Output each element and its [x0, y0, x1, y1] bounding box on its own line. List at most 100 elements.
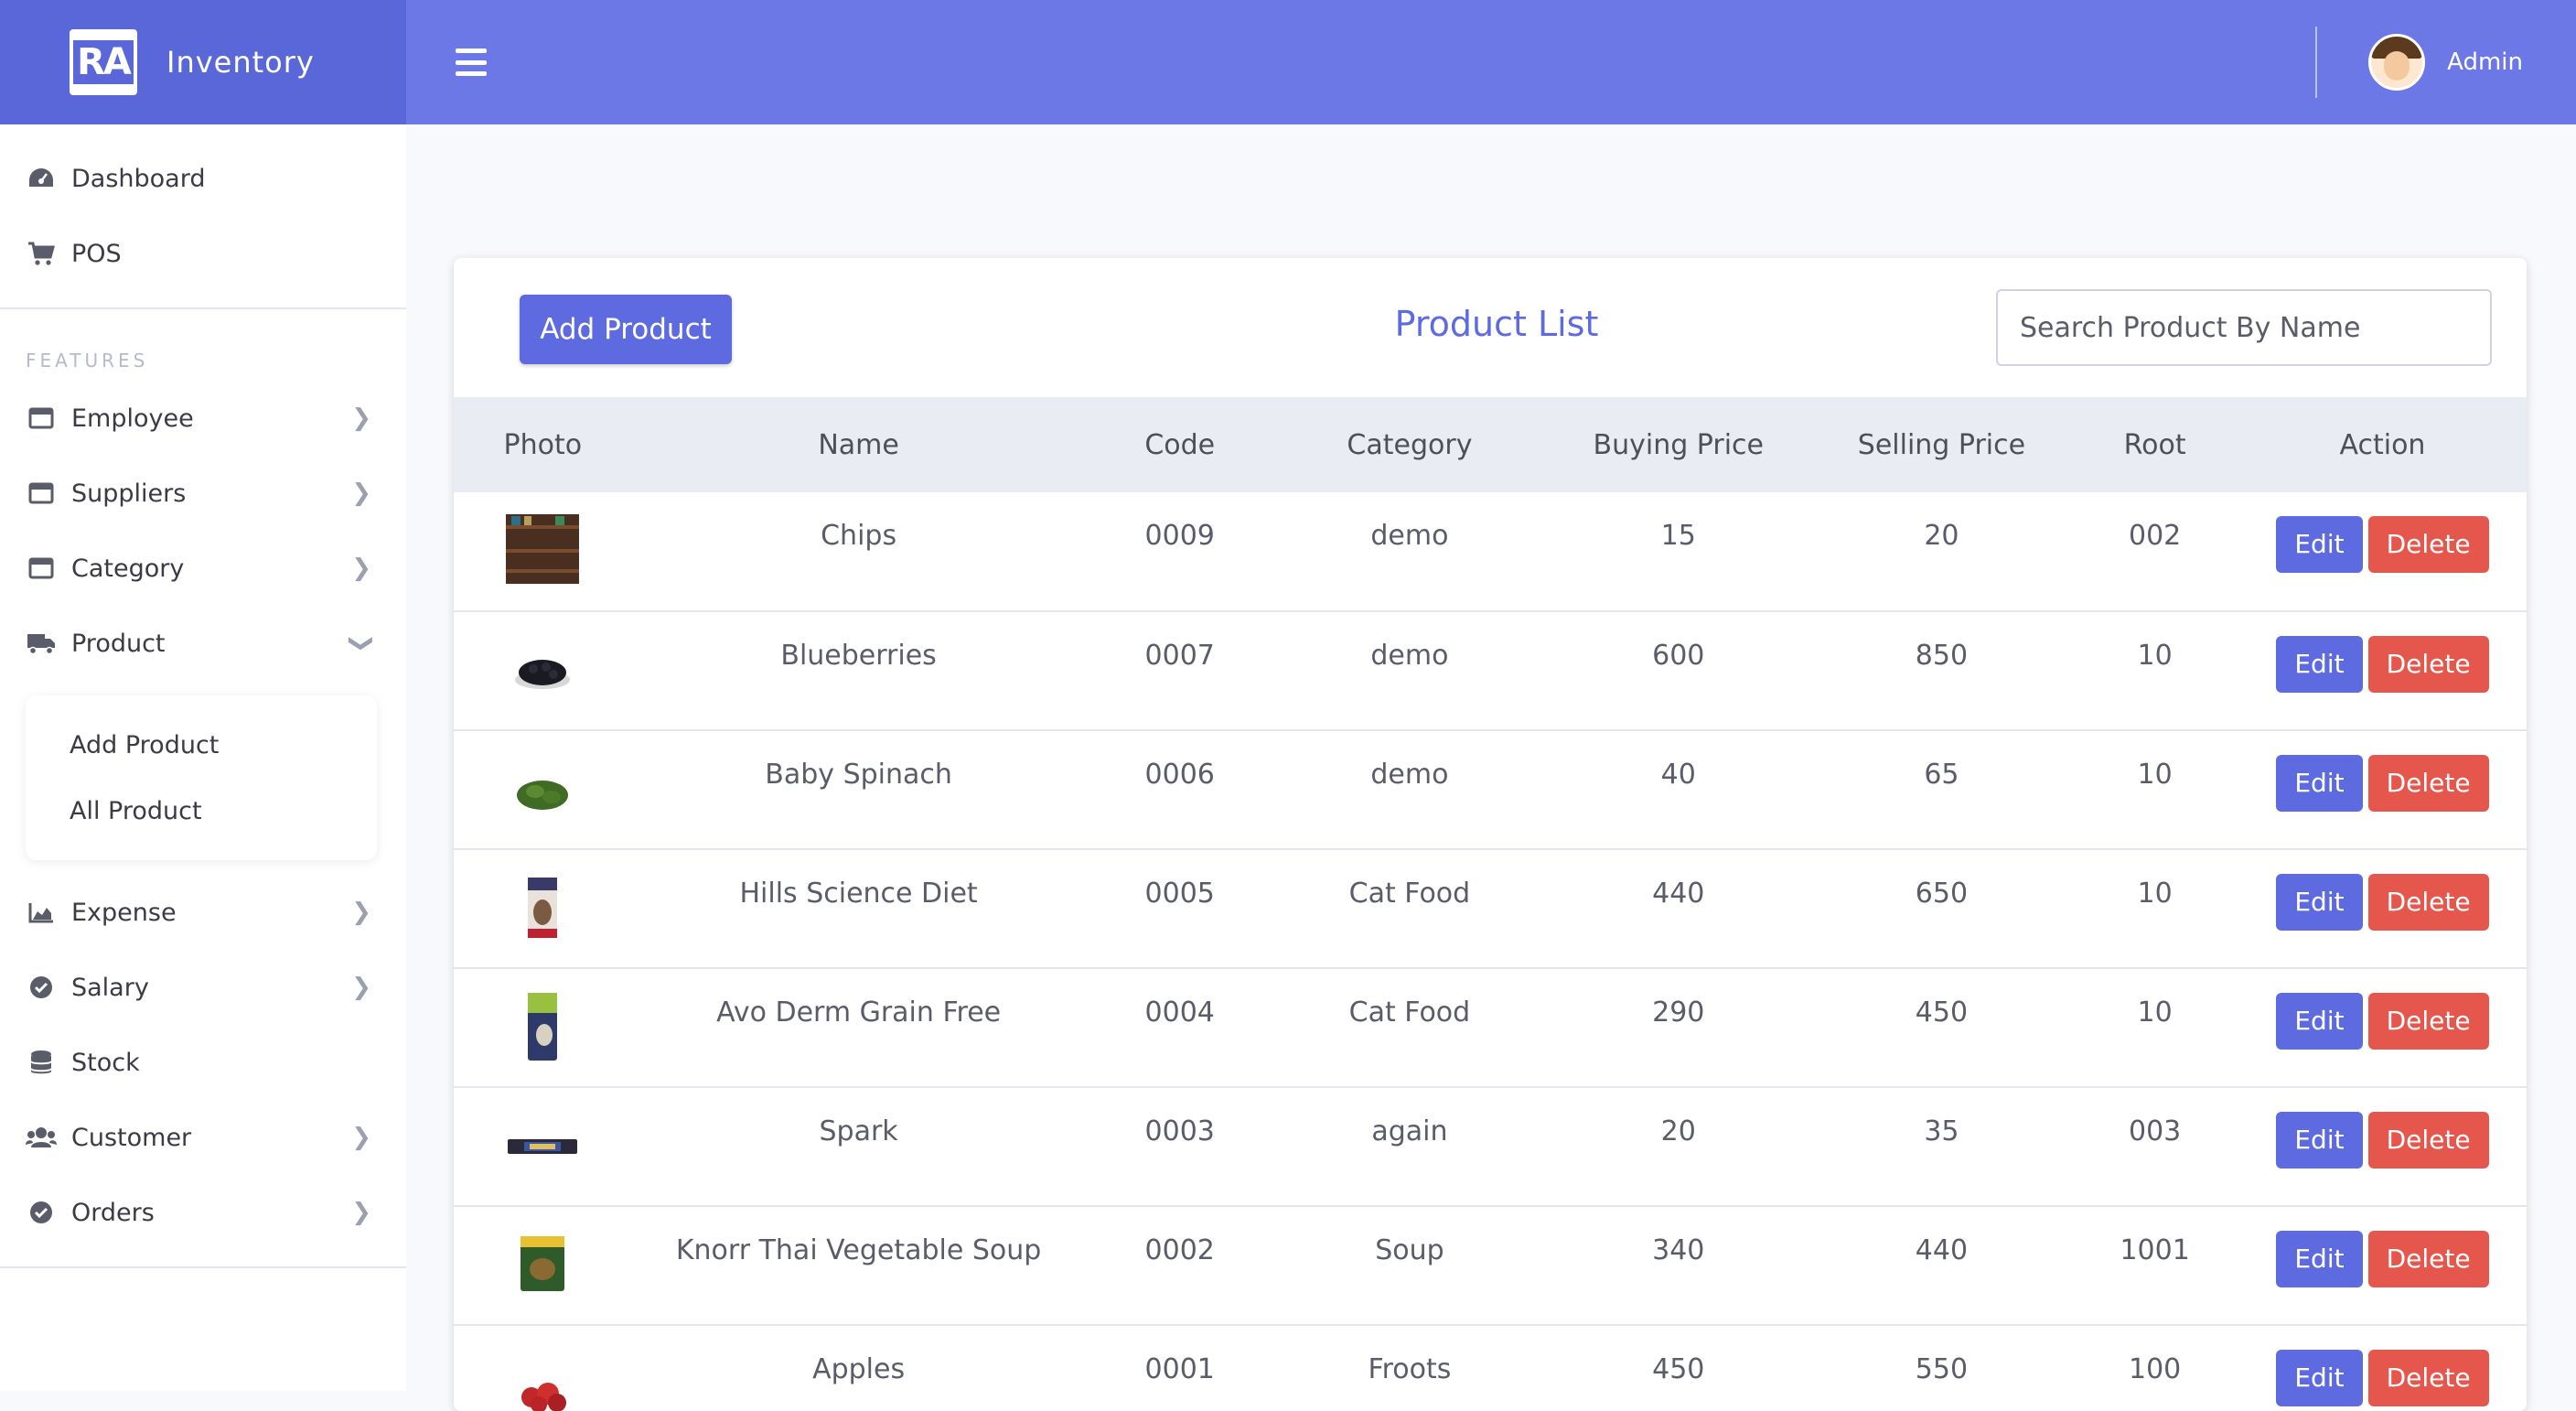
sidebar-item-label: Product [71, 629, 166, 658]
section-heading: FEATURES [26, 350, 149, 372]
window-icon [26, 479, 57, 507]
sidebar-item-orders[interactable]: Orders ❯ [0, 1175, 406, 1250]
column-header: Selling Price [1857, 428, 2026, 461]
buying-price: 600 [1652, 640, 1705, 672]
product-submenu: Add Product All Product [26, 695, 377, 860]
product-name: Spark [819, 1115, 898, 1147]
product-name: Apples [812, 1353, 906, 1385]
action-cell: Edit Delete [2238, 492, 2527, 611]
submenu-item-add-product[interactable]: Add Product [26, 712, 377, 778]
topbar-divider [2315, 27, 2318, 98]
sidebar-item-customer[interactable]: Customer ❯ [0, 1100, 406, 1175]
selling-price: 650 [1915, 878, 1969, 910]
product-category: demo [1370, 520, 1449, 552]
sidebar-item-label: Employee [71, 404, 194, 433]
sidebar-item-label: Category [71, 554, 185, 583]
users-icon [26, 1124, 57, 1151]
sidebar-divider [0, 307, 406, 309]
photo-cell [454, 1087, 632, 1206]
hamburger-menu-icon[interactable] [456, 48, 487, 76]
photo-cell [454, 492, 632, 611]
product-root: 002 [2128, 520, 2182, 552]
product-code: 0002 [1144, 1234, 1215, 1266]
product-root: 10 [2137, 996, 2173, 1029]
edit-button[interactable]: Edit [2276, 636, 2363, 693]
column-header: Name [818, 428, 899, 461]
brand[interactable]: RA Inventory [0, 0, 406, 124]
action-cell: Edit Delete [2238, 1206, 2527, 1325]
sidebar-item-label: Salary [71, 973, 149, 1002]
action-cell: Edit Delete [2238, 730, 2527, 849]
table-header-row: Photo Name Code Category Buying Price Selling… [454, 397, 2527, 492]
sidebar-item-label: Customer [71, 1123, 192, 1152]
photo-cell [454, 968, 632, 1087]
delete-button[interactable]: Delete [2367, 1112, 2489, 1169]
buying-price: 40 [1660, 759, 1696, 791]
delete-button[interactable]: Delete [2367, 1350, 2489, 1406]
product-thumbnail [506, 989, 579, 1062]
sidebar-item-product[interactable]: Product ❯ [0, 606, 406, 681]
product-root: 10 [2137, 759, 2173, 791]
edit-button[interactable]: Edit [2276, 1112, 2363, 1169]
avatar[interactable] [2368, 34, 2426, 91]
chart-area-icon [26, 899, 57, 926]
buying-price: 440 [1652, 878, 1705, 910]
delete-button[interactable]: Delete [2367, 874, 2489, 931]
user-name[interactable]: Admin [2447, 48, 2523, 76]
product-code: 0006 [1144, 759, 1215, 791]
product-category: Soup [1375, 1234, 1444, 1266]
edit-button[interactable]: Edit [2276, 755, 2363, 812]
sidebar-item-category[interactable]: Category ❯ [0, 531, 406, 606]
product-root: 1001 [2120, 1234, 2190, 1266]
selling-price: 440 [1915, 1234, 1969, 1266]
edit-button[interactable]: Edit [2276, 993, 2363, 1050]
product-root: 10 [2137, 640, 2173, 672]
column-header: Photo [503, 428, 583, 461]
sidebar-item-suppliers[interactable]: Suppliers ❯ [0, 456, 406, 531]
sidebar-item-employee[interactable]: Employee ❯ [0, 381, 406, 456]
column-header: Buying Price [1593, 428, 1764, 461]
submenu-item-all-product[interactable]: All Product [26, 778, 377, 844]
product-name: Blueberries [780, 640, 937, 672]
edit-button[interactable]: Edit [2276, 874, 2363, 931]
column-header: Action [2339, 428, 2426, 461]
chevron-right-icon: ❯ [351, 1199, 371, 1226]
sidebar-item-expense[interactable]: Expense ❯ [0, 875, 406, 950]
search-input[interactable] [1996, 289, 2492, 366]
chevron-right-icon: ❯ [351, 404, 371, 432]
sidebar-item-dashboard[interactable]: Dashboard [0, 141, 406, 216]
product-thumbnail [506, 512, 580, 586]
edit-button[interactable]: Edit [2276, 1231, 2363, 1287]
delete-button[interactable]: Delete [2367, 516, 2489, 573]
delete-button[interactable]: Delete [2367, 1231, 2489, 1287]
chevron-right-icon: ❯ [351, 555, 371, 582]
product-code: 0005 [1144, 878, 1215, 910]
delete-button[interactable]: Delete [2367, 993, 2489, 1050]
delete-button[interactable]: Delete [2367, 636, 2489, 693]
edit-button[interactable]: Edit [2276, 516, 2363, 573]
edit-button[interactable]: Edit [2276, 1350, 2363, 1406]
table-row: Spark 0003 again 20 35 003 Edit Delete [454, 1087, 2527, 1206]
delete-button[interactable]: Delete [2367, 755, 2489, 812]
selling-price: 850 [1915, 640, 1969, 672]
sidebar-item-pos[interactable]: POS [0, 216, 406, 291]
product-category: Cat Food [1348, 878, 1471, 910]
product-code: 0003 [1144, 1115, 1215, 1147]
check-circle-icon [26, 974, 57, 1001]
chevron-right-icon: ❯ [351, 1124, 371, 1151]
user-menu[interactable]: Admin [2315, 0, 2576, 124]
sidebar-item-salary[interactable]: Salary ❯ [0, 950, 406, 1025]
buying-price: 450 [1652, 1353, 1705, 1385]
selling-price: 450 [1915, 996, 1969, 1029]
product-category: demo [1370, 640, 1449, 672]
photo-cell [454, 1206, 632, 1325]
window-icon [26, 555, 57, 582]
sidebar-item-stock[interactable]: Stock [0, 1025, 406, 1100]
product-root: 003 [2128, 1115, 2182, 1147]
product-thumbnail [506, 632, 579, 706]
window-icon [26, 404, 57, 432]
product-thumbnail [506, 751, 579, 824]
product-thumbnail [506, 1346, 579, 1411]
sidebar-item-label: Expense [71, 898, 177, 927]
column-header: Root [2123, 428, 2186, 461]
